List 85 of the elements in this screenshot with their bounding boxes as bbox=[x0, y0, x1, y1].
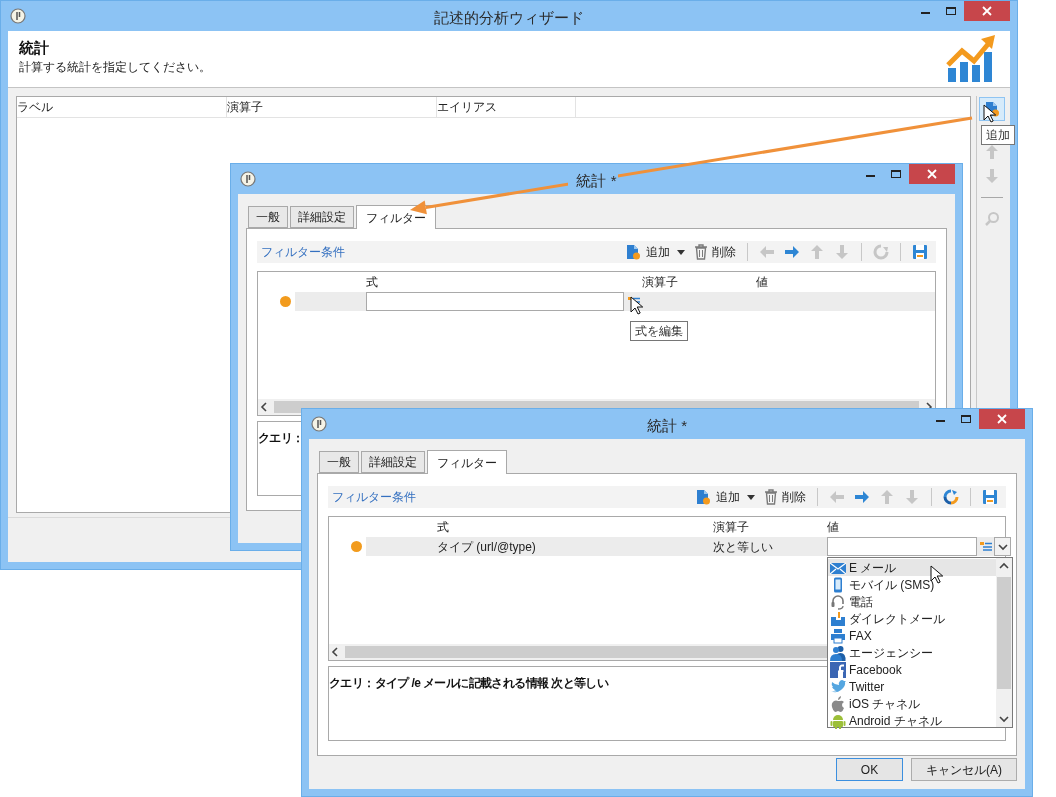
refresh-icon[interactable] bbox=[943, 489, 959, 505]
dropdown-item[interactable]: E メール bbox=[828, 559, 996, 576]
dropdown-item[interactable]: iOS チャネル bbox=[828, 695, 996, 712]
column-header: 値 bbox=[827, 520, 839, 534]
tooltip: 式を編集 bbox=[630, 321, 688, 341]
delete-button[interactable]: 削除 bbox=[764, 488, 806, 506]
dialog-button[interactable]: OK bbox=[836, 758, 903, 781]
right-arrow-icon[interactable] bbox=[854, 489, 870, 505]
filter-conditions-link[interactable]: フィルター条件 bbox=[332, 488, 416, 506]
add-icon bbox=[695, 489, 711, 505]
column-header: 演算子 bbox=[642, 275, 678, 289]
delete-button[interactable]: 削除 bbox=[694, 243, 736, 261]
dropdown-item[interactable]: エージェンシー bbox=[828, 644, 996, 661]
query-text: クエリ： bbox=[258, 431, 304, 445]
window-title: 統計 * bbox=[576, 171, 617, 191]
bird-icon bbox=[830, 678, 846, 695]
app-icon bbox=[311, 416, 327, 432]
close-icon bbox=[927, 169, 937, 179]
close-button[interactable] bbox=[964, 1, 1010, 21]
add-icon bbox=[625, 244, 641, 260]
column-header: 演算子 bbox=[713, 520, 749, 534]
caret-icon[interactable] bbox=[677, 249, 685, 255]
cursor-icon bbox=[983, 104, 996, 124]
page-subtitle: 計算する統計を指定してください。 bbox=[19, 59, 211, 76]
app-icon bbox=[10, 8, 26, 24]
dropdown-item[interactable]: Android チャネル bbox=[828, 712, 996, 729]
dropdown-item[interactable]: Facebook bbox=[828, 661, 996, 678]
chevron-down-icon bbox=[998, 713, 1010, 725]
printer-icon bbox=[830, 627, 846, 644]
tab[interactable]: 詳細設定 bbox=[361, 451, 425, 473]
column-header: 式 bbox=[437, 520, 449, 534]
close-icon bbox=[997, 414, 1007, 424]
filter-conditions-link[interactable]: フィルター条件 bbox=[261, 243, 345, 261]
column-header: 演算子 bbox=[227, 99, 263, 116]
chart-logo-icon bbox=[946, 34, 996, 84]
close-button[interactable] bbox=[909, 164, 955, 184]
window-title: 記述的分析ウィザード bbox=[434, 8, 584, 28]
expression-field[interactable] bbox=[366, 292, 624, 311]
add-button[interactable]: 追加 bbox=[625, 243, 670, 261]
column-header: エイリアス bbox=[437, 99, 497, 116]
edit-list-icon bbox=[979, 540, 992, 553]
dropdown-item[interactable]: Twitter bbox=[828, 678, 996, 695]
chevron-left-icon bbox=[329, 646, 341, 658]
chevron-left-icon bbox=[258, 401, 270, 413]
query-text: クエリ：タイプ /e メールに記載される情報 次と等しい bbox=[329, 676, 609, 690]
page-heading: 統計 bbox=[19, 38, 50, 58]
column-header: 式 bbox=[366, 275, 378, 289]
app-icon bbox=[240, 171, 256, 187]
apple-icon bbox=[830, 695, 846, 712]
dropdown-item[interactable]: FAX bbox=[828, 627, 996, 644]
trash-icon bbox=[694, 244, 708, 260]
save-icon[interactable] bbox=[912, 244, 928, 260]
value-field[interactable] bbox=[827, 537, 977, 556]
save-icon[interactable] bbox=[982, 489, 998, 505]
expression-text: タイプ (url/@type) bbox=[437, 538, 536, 556]
dropdown-item[interactable]: モバイル (SMS) bbox=[828, 576, 996, 593]
tab[interactable]: フィルター bbox=[427, 450, 507, 474]
trash-icon bbox=[764, 489, 778, 505]
dropdown-item[interactable]: 電話 bbox=[828, 593, 996, 610]
table-row[interactable] bbox=[295, 292, 935, 311]
vertical-scrollbar[interactable] bbox=[996, 558, 1012, 727]
table-row[interactable]: タイプ (url/@type) 次と等しい bbox=[366, 537, 1011, 556]
robot-icon bbox=[830, 712, 846, 729]
facebook-icon bbox=[830, 661, 846, 678]
tab[interactable]: 一般 bbox=[319, 451, 359, 473]
dropdown-button[interactable] bbox=[994, 537, 1011, 556]
caret-icon[interactable] bbox=[747, 494, 755, 500]
close-button[interactable] bbox=[979, 409, 1025, 429]
tab[interactable]: 一般 bbox=[248, 206, 288, 228]
close-icon bbox=[982, 6, 992, 16]
add-button[interactable]: 追加 bbox=[695, 488, 740, 506]
tab[interactable]: フィルター bbox=[356, 205, 436, 229]
tab[interactable]: 詳細設定 bbox=[290, 206, 354, 228]
tooltip: 追加 bbox=[981, 125, 1015, 145]
window-title: 統計 * bbox=[647, 416, 687, 436]
headset-icon bbox=[830, 593, 846, 610]
cursor-icon bbox=[630, 296, 643, 316]
right-arrow-icon[interactable] bbox=[784, 244, 800, 260]
dropdown-item[interactable]: ダイレクトメール bbox=[828, 610, 996, 627]
people-icon bbox=[830, 644, 846, 661]
mailbox-icon bbox=[830, 610, 846, 627]
column-header: 値 bbox=[756, 275, 768, 289]
column-header: ラベル bbox=[17, 99, 53, 116]
dialog-button[interactable]: キャンセル(A) bbox=[911, 758, 1017, 781]
operator-text: 次と等しい bbox=[713, 538, 773, 556]
